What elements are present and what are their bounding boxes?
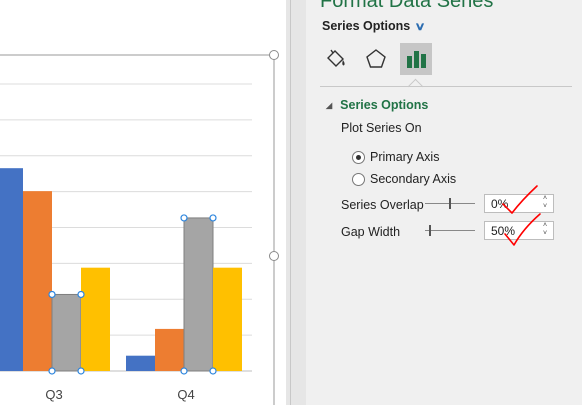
selection-handle[interactable] <box>77 290 85 299</box>
fill-line-tab[interactable] <box>320 43 352 75</box>
series-overlap-slider-thumb[interactable] <box>449 198 451 209</box>
effects-icon <box>366 49 386 68</box>
secondary-axis-radio[interactable] <box>352 172 365 186</box>
column-chart[interactable]: Q3 Q4 <box>0 0 286 405</box>
bar-series4-q3[interactable] <box>81 267 110 371</box>
chart-area[interactable]: Q3 Q4 <box>0 0 286 405</box>
series-overlap-slider[interactable] <box>425 198 475 209</box>
bar-series3-q3[interactable] <box>51 293 82 372</box>
gap-width-slider[interactable] <box>425 225 475 236</box>
series-options-section-header[interactable]: ◢ Series Options <box>326 98 428 112</box>
primary-axis-radio[interactable] <box>352 150 365 164</box>
fill-line-icon <box>327 49 345 67</box>
pane-title: Format Data Series <box>320 0 494 12</box>
format-data-series-pane: Format Data Series Series Options ∨ ◢ Se… <box>306 0 582 405</box>
category-label-q4: Q4 <box>177 387 194 402</box>
gap-width-slider-thumb[interactable] <box>429 225 431 236</box>
category-labels: Q3 Q4 <box>45 387 194 402</box>
selection-handle[interactable] <box>48 290 56 299</box>
bar-series2-q3[interactable] <box>23 191 52 371</box>
selection-handle[interactable] <box>77 367 85 375</box>
bar-series3-q4[interactable] <box>183 217 214 372</box>
selection-handle[interactable] <box>180 367 188 375</box>
collapse-triangle-icon: ◢ <box>326 100 333 110</box>
series-overlap-label: Series Overlap <box>341 198 424 212</box>
selection-handle[interactable] <box>48 367 56 375</box>
series-options-dropdown[interactable]: Series Options ∨ <box>322 19 426 33</box>
chevron-down-icon: ∨ <box>414 20 426 33</box>
series-options-dropdown-label: Series Options <box>322 19 411 33</box>
secondary-axis-label: Secondary Axis <box>370 172 457 186</box>
red-checkmark-gap <box>504 213 541 246</box>
plot-series-on-label: Plot Series On <box>341 121 422 135</box>
bar-series1-q3[interactable] <box>0 168 23 371</box>
selection-handle[interactable] <box>180 214 188 222</box>
bar-series4-q4[interactable] <box>213 267 242 371</box>
selection-handle[interactable] <box>209 214 217 222</box>
effects-tab[interactable] <box>360 43 392 75</box>
tab-divider <box>320 86 572 87</box>
bar-series1-q4[interactable] <box>126 355 155 371</box>
chart-bars <box>0 168 242 372</box>
gap-width-label: Gap Width <box>341 225 401 239</box>
chart-resize-handle-top-right[interactable] <box>269 50 279 60</box>
chart-resize-handle-right[interactable] <box>269 251 279 261</box>
primary-axis-label: Primary Axis <box>370 150 440 164</box>
selection-handle[interactable] <box>209 367 217 375</box>
red-checkmark-overlap <box>502 185 538 214</box>
bar-series2-q4[interactable] <box>155 328 184 371</box>
series-options-tab[interactable] <box>400 43 432 75</box>
series-options-icon <box>407 51 426 68</box>
section-title: Series Options <box>340 98 429 112</box>
red-checkmark-annotations <box>502 185 541 246</box>
primary-axis-option[interactable]: Primary Axis <box>352 150 439 164</box>
category-label-q3: Q3 <box>45 387 62 402</box>
pane-splitter[interactable] <box>286 0 306 405</box>
secondary-axis-option[interactable]: Secondary Axis <box>352 172 456 186</box>
